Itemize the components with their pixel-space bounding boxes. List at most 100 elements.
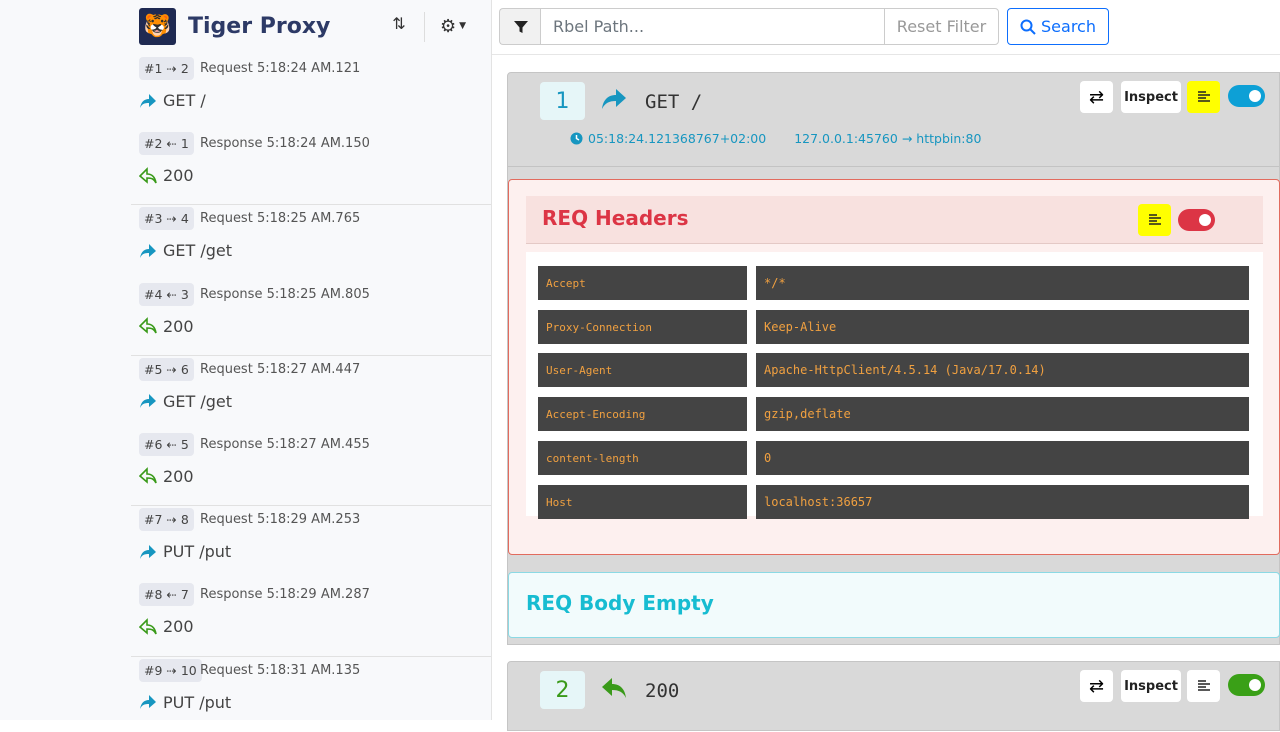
align-left-button[interactable] (1187, 81, 1220, 113)
message-info: Request 5:18:24 AM.121 (200, 61, 361, 76)
header-key[interactable]: Proxy-Connection (538, 310, 747, 344)
divider (424, 12, 425, 42)
message-sequence: #1 ⇢ 2 (139, 57, 194, 80)
message-text: PUT /put (163, 542, 232, 562)
collapse-toggle[interactable] (1228, 85, 1265, 107)
message-text: 200 (163, 617, 194, 637)
message-sequence: #4 ⇠ 3 (139, 282, 194, 306)
message-source: 127.0.0.1:45760 (794, 131, 898, 146)
header-divider (492, 54, 1280, 55)
message-target: httpbin:80 (916, 131, 982, 146)
list-item[interactable]: #9 ⇢ 10 Request 5:18:31 AM.135 PUT /put (131, 657, 491, 732)
message-info: Response 5:18:24 AM.150 (200, 136, 370, 152)
share-arrow-icon (140, 695, 156, 709)
message-line: PUT /put (139, 542, 231, 561)
sort-icon[interactable]: ⇅ (388, 14, 410, 38)
header-key[interactable]: Accept (538, 266, 747, 300)
reply-arrow-icon (602, 678, 626, 698)
message-line: 200 (139, 317, 194, 336)
list-item[interactable]: #3 ⇢ 4 Request 5:18:25 AM.765 GET /get (131, 205, 491, 280)
message-sequence: #7 ⇢ 8 (139, 508, 194, 532)
swap-arrows-icon: ⇄ (1088, 675, 1105, 697)
message-sequence: #6 ⇠ 5 (139, 432, 194, 456)
message-line: GET /get (139, 392, 232, 411)
message-number[interactable]: 2 (540, 671, 585, 709)
chevron-down-icon: ▼ (459, 21, 467, 31)
list-item[interactable]: #5 ⇢ 6 Request 5:18:27 AM.447 GET /get (131, 356, 491, 431)
swap-button[interactable]: ⇄ (1080, 670, 1113, 702)
inspect-button[interactable]: Inspect (1121, 81, 1181, 113)
list-item[interactable]: #1 ⇢ 2 Request 5:18:24 AM.121 GET / (131, 55, 491, 130)
message-card-request: 1 GET / 05:18:24.121368767+02:00 127.0.0… (507, 72, 1280, 645)
list-item[interactable]: #8 ⇠ 7 Response 5:18:29 AM.287 200 (131, 581, 491, 657)
headers-toggle[interactable] (1178, 209, 1215, 231)
reset-filter-button[interactable]: Reset Filter (884, 8, 999, 45)
message-sequence: #3 ⇢ 4 (139, 207, 194, 231)
list-item[interactable]: #4 ⇠ 3 Response 5:18:25 AM.805 200 (131, 281, 491, 356)
search-button[interactable]: Search (1007, 8, 1109, 45)
sidebar: 🐯 Tiger Proxy ⇅ ⚙ ▼ #1 ⇢ 2 Request 5:18:24… (0, 0, 492, 720)
reply-arrow-icon (139, 467, 157, 485)
settings-button[interactable]: ⚙ ▼ (440, 12, 472, 40)
header-value[interactable]: gzip,deflate (756, 397, 1249, 431)
list-item[interactable]: #6 ⇠ 5 Response 5:18:27 AM.455 200 (131, 431, 491, 507)
card-header: 2 200 ⇄ Inspect (508, 662, 1279, 732)
message-text: 200 (163, 166, 194, 186)
message-line: GET /get (139, 241, 232, 260)
search-button-label: Search (1041, 17, 1096, 36)
share-arrow-icon (140, 243, 156, 258)
share-arrow-icon (140, 394, 156, 409)
message-info: Response 5:18:25 AM.805 (200, 286, 370, 302)
message-sequence: #9 ⇢ 10 (139, 658, 202, 682)
align-left-button[interactable] (1187, 670, 1220, 702)
header-value[interactable]: Apache-HttpClient/4.5.14 (Java/17.0.14) (756, 353, 1249, 387)
header-key[interactable]: User-Agent (538, 353, 747, 387)
message-text: 200 (163, 466, 194, 486)
brand: 🐯 Tiger Proxy (139, 8, 330, 45)
card-header: 1 GET / 05:18:24.121368767+02:00 127.0.0… (508, 73, 1279, 167)
list-item[interactable]: #7 ⇢ 8 Request 5:18:29 AM.253 PUT /put (131, 506, 491, 581)
magnifier-icon (1020, 19, 1036, 35)
header-value[interactable]: Keep-Alive (756, 310, 1249, 344)
message-info: Request 5:18:27 AM.447 (200, 361, 361, 377)
message-timestamp: 05:18:24.121368767+02:00 (588, 131, 767, 146)
message-title: 200 (645, 680, 680, 702)
share-arrow-icon (140, 93, 156, 108)
share-arrow-icon (140, 544, 156, 559)
header-key[interactable]: content-length (538, 441, 747, 475)
message-list: #1 ⇢ 2 Request 5:18:24 AM.121 GET / #2 ⇠ 1 R… (131, 55, 491, 732)
header-value[interactable]: 0 (756, 441, 1249, 475)
header-key[interactable]: Accept-Encoding (538, 397, 747, 431)
message-text: GET /get (163, 391, 233, 411)
headers-table: Accept */* Proxy-Connection Keep-Alive User-… (526, 252, 1263, 519)
headers-align-button[interactable] (1138, 204, 1171, 236)
message-text: 200 (163, 316, 194, 336)
message-info: Response 5:18:27 AM.455 (200, 436, 370, 452)
request-headers-panel: REQ Headers Accept */* Proxy-Connection Kee… (508, 179, 1280, 555)
collapse-toggle[interactable] (1228, 674, 1265, 696)
swap-button[interactable]: ⇄ (1080, 81, 1113, 113)
message-line: PUT /put (139, 693, 231, 712)
rbel-path-input[interactable] (540, 8, 885, 45)
headers-title: REQ Headers (542, 206, 689, 230)
message-text: GET / (163, 91, 206, 110)
message-sequence: #8 ⇠ 7 (139, 583, 194, 607)
request-body-panel: REQ Body Empty (508, 572, 1280, 638)
header-value[interactable]: */* (756, 266, 1249, 300)
header-value[interactable]: localhost:36657 (756, 485, 1249, 519)
reply-arrow-icon (139, 617, 157, 635)
message-title: GET / (645, 91, 703, 113)
list-item[interactable]: #2 ⇠ 1 Response 5:18:24 AM.150 200 (131, 130, 491, 206)
message-number[interactable]: 1 (540, 82, 585, 120)
message-card-response: 2 200 ⇄ Inspect (507, 661, 1280, 731)
inspect-button[interactable]: Inspect (1121, 670, 1181, 702)
message-line: 200 (139, 166, 194, 185)
header-key[interactable]: Host (538, 485, 747, 519)
body-title: REQ Body Empty (526, 591, 714, 615)
share-arrow-icon (602, 89, 626, 109)
swap-arrows-icon: ⇄ (1088, 86, 1105, 108)
filter-button[interactable] (499, 8, 541, 45)
arrow-right-icon: → (901, 131, 913, 146)
funnel-icon (513, 20, 528, 33)
app-title: Tiger Proxy (188, 14, 331, 39)
